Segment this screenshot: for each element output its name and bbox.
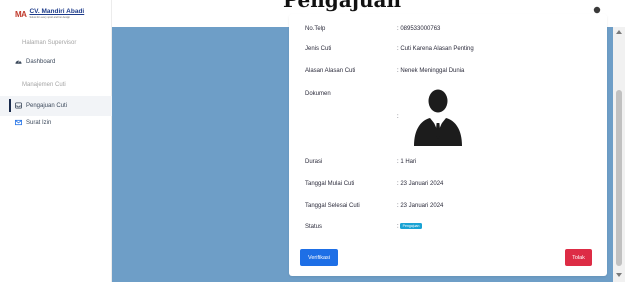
sidebar-active-indicator bbox=[9, 99, 11, 112]
reject-button[interactable]: Tolak bbox=[565, 249, 592, 266]
sidebar-item-label: Pengajuan Cuti bbox=[26, 102, 68, 109]
scroll-down-arrow-icon[interactable] bbox=[616, 273, 622, 277]
value-end-date: : 23 Januari 2024 bbox=[397, 203, 444, 209]
document-avatar-image[interactable] bbox=[411, 88, 465, 146]
sidebar-item-dashboard[interactable]: Dashboard bbox=[15, 58, 55, 65]
mail-icon bbox=[15, 119, 22, 126]
label-status: Status bbox=[305, 224, 323, 230]
brand-tagline: Solusi for every sport and fun design bbox=[29, 15, 71, 19]
label-phone: No.Telp bbox=[305, 26, 326, 32]
sidebar-item-label: Surat Izin bbox=[26, 119, 52, 126]
verify-button[interactable]: Verifikasi bbox=[300, 249, 338, 266]
label-leave-type: Jenis Cuti bbox=[305, 46, 332, 52]
value-leave-type: : Cuti Karena Alasan Penting bbox=[397, 46, 474, 52]
sidebar-item-surat-izin[interactable]: Surat Izin bbox=[15, 119, 51, 126]
value-duration: : 1 Hari bbox=[397, 159, 417, 165]
scroll-up-arrow-icon[interactable] bbox=[616, 30, 622, 34]
scrollbar-thumb[interactable] bbox=[616, 90, 622, 266]
brand[interactable]: MA CV. Mandiri Abadi Solusi for every sp… bbox=[15, 8, 85, 19]
label-end-date: Tanggal Selesai Cuti bbox=[305, 203, 360, 209]
status-badge: Pengajuan bbox=[399, 223, 423, 229]
status-colon: : bbox=[397, 223, 399, 230]
sidebar-item-label: Dashboard bbox=[26, 58, 56, 65]
value-leave-reason: : Nenek Meninggal Dunia bbox=[397, 68, 465, 74]
nav-heading-cuti: Manajemen Cuti bbox=[22, 82, 66, 88]
value-phone: : 089533000763 bbox=[397, 26, 441, 32]
value-start-date: : 23 Januari 2024 bbox=[397, 181, 444, 187]
label-leave-reason: Alasan Alasan Cuti bbox=[305, 68, 356, 74]
sidebar-item-pengajuan-cuti[interactable]: Pengajuan Cuti bbox=[15, 102, 67, 109]
brand-name: CV. Mandiri Abadi bbox=[29, 8, 85, 15]
label-document: Dokumen bbox=[305, 91, 331, 97]
dashboard-icon bbox=[15, 58, 22, 65]
value-document: : bbox=[397, 114, 399, 120]
brand-text: CV. Mandiri Abadi Solusi for every sport… bbox=[29, 8, 85, 19]
label-start-date: Tanggal Mulai Cuti bbox=[305, 181, 355, 187]
brand-logo: MA bbox=[15, 9, 27, 19]
label-duration: Durasi bbox=[305, 159, 323, 165]
page-title: Pengajuan bbox=[283, 0, 401, 12]
value-status: : Pengajuan bbox=[397, 223, 423, 230]
nav-heading-supervisor: Halaman Supervisor bbox=[22, 40, 77, 46]
inbox-icon bbox=[15, 102, 22, 109]
